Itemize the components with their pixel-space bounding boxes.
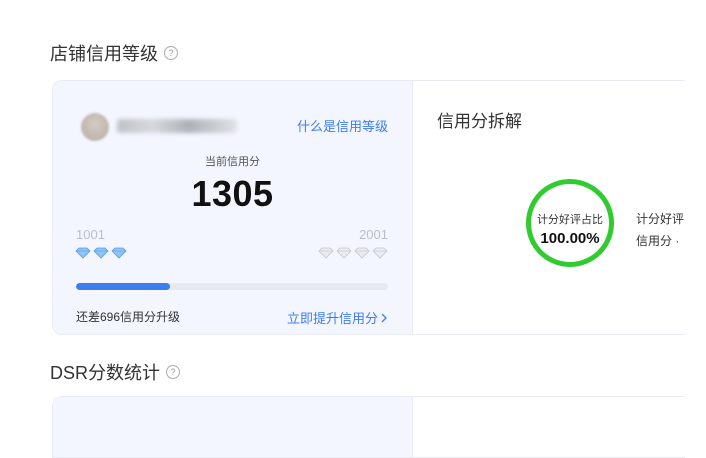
level-progress-bar [76, 283, 388, 290]
chevron-right-icon [381, 313, 387, 322]
boost-credit-link[interactable]: 立即提升信用分 [287, 308, 388, 327]
breakdown-side-label: 信用分 · [636, 234, 680, 248]
help-icon[interactable]: ? [164, 46, 178, 60]
ring-label: 计分好评占比 [537, 214, 603, 226]
credit-level-title: 店铺信用等级 [50, 44, 158, 64]
gray-diamond-icon [354, 247, 370, 259]
help-icon[interactable]: ? [166, 365, 181, 379]
level-low-value: 1001 [76, 227, 105, 242]
level-progress-fill [76, 283, 170, 290]
credit-level-heading: 店铺信用等级 ? [50, 40, 178, 66]
blue-diamond-icon [93, 247, 109, 259]
what-is-credit-level-link[interactable]: 什么是信用等级 [297, 116, 388, 135]
gray-diamond-icon [318, 247, 334, 259]
gray-diamond-icon [336, 247, 352, 259]
credit-card: 什么是信用等级 当前信用分 1305 1001 2001 还差696信用分升级 … [52, 80, 685, 335]
credit-breakdown-panel: 信用分拆解 计分好评占比 100.00% 计分好评 信用分 · [413, 81, 685, 334]
blue-diamond-icon [111, 247, 127, 259]
breakdown-side-label: 计分好评 [636, 212, 685, 226]
ring-value: 100.00% [540, 230, 600, 247]
breakdown-title: 信用分拆解 [437, 112, 522, 131]
current-score-value: 1305 [191, 173, 274, 214]
credit-level-panel: 什么是信用等级 当前信用分 1305 1001 2001 还差696信用分升级 … [53, 81, 413, 334]
blue-diamond-icon [75, 247, 91, 259]
dsr-left-panel [53, 397, 413, 457]
dsr-card [52, 396, 685, 458]
dsr-title: DSR分数统计 [50, 363, 161, 383]
shop-avatar [81, 113, 109, 141]
current-score-label: 当前信用分 [205, 156, 260, 168]
next-level-diamonds [318, 247, 388, 259]
dsr-heading: DSR分数统计 ? [50, 359, 181, 385]
shop-name-blurred [117, 119, 237, 133]
gray-diamond-icon [372, 247, 388, 259]
good-review-ratio-ring: 计分好评占比 100.00% [526, 179, 614, 267]
level-high-value: 2001 [359, 227, 388, 242]
upgrade-gap-text: 还差696信用分升级 [76, 310, 181, 324]
current-level-diamonds [75, 247, 127, 259]
boost-credit-label: 立即提升信用分 [286, 311, 378, 326]
